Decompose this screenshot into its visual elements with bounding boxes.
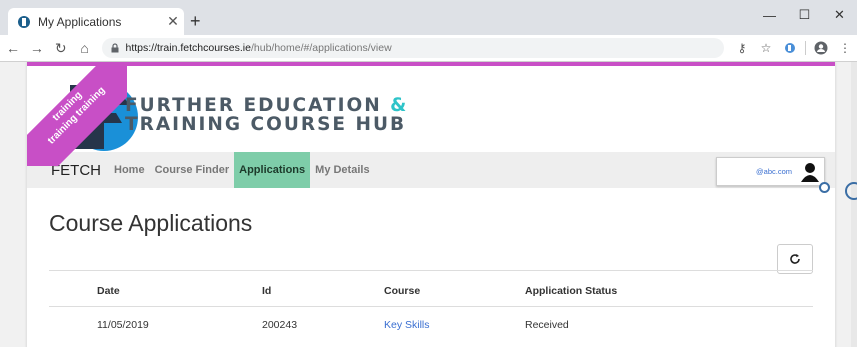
cell-course: Key Skills bbox=[384, 319, 430, 331]
user-email: @abc.com bbox=[756, 167, 792, 176]
column-header-date[interactable]: Date bbox=[97, 285, 120, 297]
minimize-button[interactable]: — bbox=[752, 0, 787, 30]
cell-status: Received bbox=[525, 319, 569, 331]
main-navbar: FETCH Home Course Finder Applications My… bbox=[27, 152, 835, 188]
browser-titlebar: My Applications ✕ + — ☐ ✕ bbox=[0, 0, 857, 35]
reload-icon[interactable]: ↻ bbox=[50, 37, 72, 59]
page-viewport: training training training FURTHER EDUCA… bbox=[0, 62, 857, 347]
table-top-divider bbox=[49, 270, 813, 271]
column-header-course[interactable]: Course bbox=[384, 285, 420, 297]
lock-icon bbox=[111, 43, 118, 53]
home-icon[interactable]: ⌂ bbox=[74, 37, 96, 59]
extension-glyph bbox=[785, 43, 795, 53]
profile-glyph bbox=[814, 41, 828, 55]
window-controls: — ☐ ✕ bbox=[752, 0, 857, 30]
menu-icon[interactable]: ⋮ bbox=[833, 37, 857, 59]
nav-link-course-finder[interactable]: Course Finder bbox=[150, 152, 235, 188]
user-account-box[interactable]: @abc.com bbox=[716, 157, 825, 186]
training-ribbon: training training training bbox=[27, 66, 127, 166]
close-icon[interactable]: ✕ bbox=[162, 13, 184, 30]
url-host: https://train.fetchcourses.ie bbox=[125, 42, 251, 54]
brand-text-1: FURTHER EDUCATION bbox=[125, 95, 382, 116]
toolbar-actions: ⚷ ☆ ⋮ bbox=[730, 37, 857, 59]
header-divider bbox=[49, 306, 813, 307]
cell-id: 200243 bbox=[262, 319, 298, 331]
cursor-indicator bbox=[845, 182, 857, 200]
brand-ampersand: & bbox=[390, 95, 409, 116]
extension-icon[interactable] bbox=[778, 37, 802, 59]
scrollbar[interactable] bbox=[851, 62, 857, 347]
url-path: /hub/home/#/applications/view bbox=[250, 42, 392, 54]
ribbon-band: training training training bbox=[27, 66, 127, 166]
column-header-id[interactable]: Id bbox=[262, 285, 271, 297]
back-icon[interactable]: ← bbox=[2, 37, 24, 59]
star-icon[interactable]: ☆ bbox=[754, 37, 778, 59]
course-link[interactable]: Key Skills bbox=[384, 319, 430, 331]
address-bar[interactable]: https://train.fetchcourses.ie/hub/home/#… bbox=[101, 38, 724, 58]
tab-title: My Applications bbox=[38, 14, 122, 29]
nav-link-applications[interactable]: Applications bbox=[234, 152, 311, 188]
close-window-button[interactable]: ✕ bbox=[822, 0, 857, 30]
forward-icon[interactable]: → bbox=[26, 37, 48, 59]
column-header-status[interactable]: Application Status bbox=[525, 285, 617, 297]
toolbar-separator bbox=[805, 41, 806, 55]
refresh-icon bbox=[790, 254, 800, 264]
page-container: training training training FURTHER EDUCA… bbox=[27, 62, 835, 347]
user-avatar-icon bbox=[801, 162, 819, 182]
browser-tab[interactable]: My Applications ✕ bbox=[8, 8, 184, 35]
key-icon[interactable]: ⚷ bbox=[730, 37, 754, 59]
plus-icon[interactable]: + bbox=[190, 11, 201, 31]
favicon-icon bbox=[18, 15, 30, 28]
brand-line-2: TRAINING COURSE HUB bbox=[125, 114, 407, 135]
maximize-button[interactable]: ☐ bbox=[787, 0, 822, 30]
browser-toolbar: ← → ↻ ⌂ https://train.fetchcourses.ie/hu… bbox=[0, 35, 857, 62]
cell-date: 11/05/2019 bbox=[97, 319, 149, 331]
brand-line-1: FURTHER EDUCATION & bbox=[125, 95, 408, 116]
page-title: Course Applications bbox=[49, 210, 253, 236]
user-status-indicator bbox=[819, 182, 830, 193]
ribbon-line-2: training training bbox=[45, 84, 108, 147]
nav-link-my-details[interactable]: My Details bbox=[310, 152, 374, 188]
profile-icon[interactable] bbox=[809, 37, 833, 59]
